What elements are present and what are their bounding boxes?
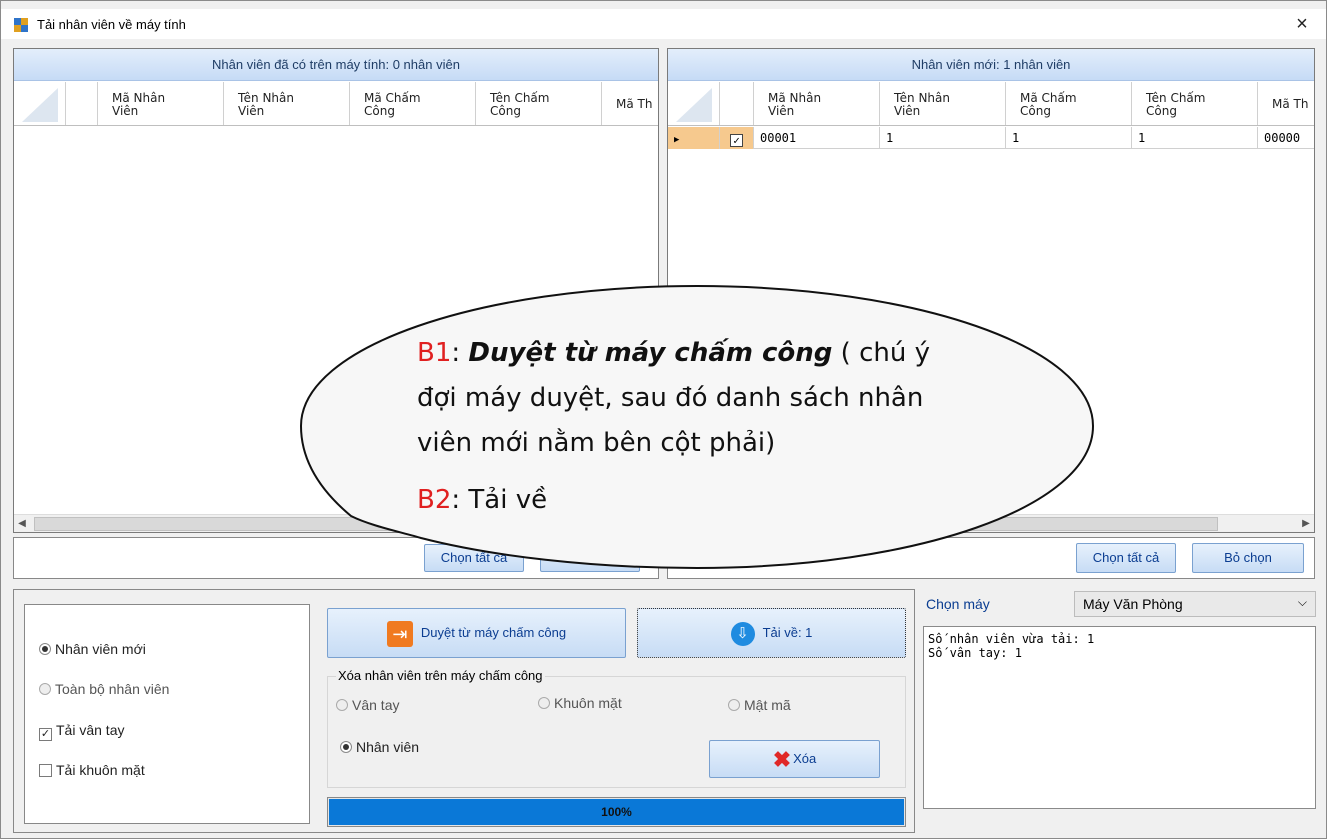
delete-group-box: Xóa nhân viên trên máy chấm công Vân tay…	[327, 668, 906, 788]
checkbox-download-fingerprint[interactable]: ✓ Tải vân tay	[39, 722, 124, 741]
column-timecard-id[interactable]: Mã Chấm Công	[350, 82, 476, 125]
scroll-right-icon[interactable]: ▶	[1298, 515, 1314, 533]
download-employees-window: Tải nhân viên về máy tính × Nhân viên đã…	[0, 0, 1327, 839]
column-employee-name[interactable]: Tên Nhân Viên	[880, 82, 1006, 125]
cell-timecard-id[interactable]: 1	[1006, 127, 1132, 149]
column-employee-name[interactable]: Tên Nhân Viên	[224, 82, 350, 125]
radio-new-employees-label: Nhân viên mới	[55, 641, 146, 657]
title-bar: Tải nhân viên về máy tính ×	[1, 9, 1326, 39]
machine-select[interactable]: Máy Văn Phòng ⌵	[1074, 591, 1316, 617]
log-box[interactable]: Số nhân viên vừa tải: 1 Số vân tay: 1	[923, 626, 1316, 809]
select-all-corner[interactable]	[14, 82, 66, 125]
step1-bold: Duyệt từ máy chấm công	[468, 338, 833, 368]
close-button[interactable]: ×	[1290, 13, 1314, 35]
current-row-icon: ▶	[674, 135, 680, 145]
import-icon: ⇥	[386, 620, 413, 647]
radio-delete-employee-label: Nhân viên	[356, 739, 420, 755]
radio-selected-icon	[39, 643, 51, 655]
chevron-down-icon: ⌵	[1297, 595, 1307, 609]
step1-label: B1	[417, 338, 452, 368]
download-button[interactable]: ⇩ Tải về: 1	[637, 608, 906, 658]
radio-selected-icon	[340, 741, 352, 753]
bottom-panel: Nhân viên mới Toàn bộ nhân viên ✓ Tải vân…	[13, 589, 915, 833]
radio-new-employees[interactable]: Nhân viên mới	[39, 641, 146, 657]
radio-delete-password-label: Mật mã	[744, 697, 791, 713]
checkbox-download-face[interactable]: Tải khuôn mặt	[39, 762, 145, 778]
column-employee-id[interactable]: Mã Nhân Viên	[754, 82, 880, 125]
checkbox-checked-icon: ✓	[39, 728, 52, 741]
cell-timecard-name[interactable]: 1	[1132, 127, 1258, 149]
step1-sep: :	[451, 338, 469, 368]
row-checkbox[interactable]: ✓	[720, 127, 754, 149]
radio-unselected-icon	[39, 683, 51, 695]
checkbox-face-label: Tải khuôn mặt	[56, 762, 145, 778]
radio-delete-face[interactable]: Khuôn mặt	[538, 695, 622, 711]
download-label: Tải về: 1	[762, 625, 813, 640]
log-line: Số nhân viên vừa tải: 1	[928, 632, 1095, 646]
radio-delete-fingerprint-label: Vân tay	[352, 697, 400, 713]
choose-machine-label: Chọn máy	[926, 596, 990, 612]
window-title: Tải nhân viên về máy tính	[37, 17, 186, 32]
radio-all-employees[interactable]: Toàn bộ nhân viên	[39, 681, 169, 697]
new-employees-title: Nhân viên mới: 1 nhân viên	[668, 49, 1314, 81]
checkbox-column	[720, 82, 754, 125]
radio-unselected-icon	[728, 699, 740, 711]
existing-employees-title: Nhân viên đã có trên máy tính: 0 nhân vi…	[14, 49, 658, 81]
cell-employee-id[interactable]: 00001	[754, 127, 880, 149]
browse-label: Duyệt từ máy chấm công	[420, 625, 567, 640]
delete-button[interactable]: ✖ Xóa	[709, 740, 880, 778]
app-icon	[14, 18, 28, 32]
delete-group-label: Xóa nhân viên trên máy chấm công	[336, 668, 545, 683]
column-more[interactable]: Mã Th	[602, 82, 658, 125]
progress-text: 100%	[601, 805, 632, 819]
row-header-column	[66, 82, 98, 125]
delete-x-icon: ✖	[772, 746, 792, 772]
grid-header: Mã Nhân Viên Tên Nhân Viên Mã Chấm Công …	[668, 82, 1314, 126]
download-options-box: Nhân viên mới Toàn bộ nhân viên ✓ Tải vân…	[24, 604, 310, 824]
progress-bar: 100%	[327, 797, 906, 827]
browse-from-device-button[interactable]: ⇥ Duyệt từ máy chấm công	[327, 608, 626, 658]
checkbox-checked-icon: ✓	[730, 134, 743, 147]
cell-employee-name[interactable]: 1	[880, 127, 1006, 149]
checkbox-unchecked-icon	[39, 764, 52, 777]
column-employee-id[interactable]: Mã Nhân Viên	[98, 82, 224, 125]
step2-text: : Tải về	[451, 485, 548, 515]
column-timecard-id[interactable]: Mã Chấm Công	[1006, 82, 1132, 125]
radio-unselected-icon	[538, 697, 550, 709]
machine-select-value: Máy Văn Phòng	[1083, 596, 1183, 612]
scroll-left-icon[interactable]: ◀	[14, 515, 30, 533]
checkbox-fingerprint-label: Tải vân tay	[56, 722, 125, 738]
delete-label: Xóa	[793, 751, 817, 766]
grid-header: Mã Nhân Viên Tên Nhân Viên Mã Chấm Công …	[14, 82, 658, 126]
radio-all-employees-label: Toàn bộ nhân viên	[55, 681, 170, 697]
column-timecard-name[interactable]: Tên Chấm Công	[476, 82, 602, 125]
column-timecard-name[interactable]: Tên Chấm Công	[1132, 82, 1258, 125]
radio-delete-fingerprint[interactable]: Vân tay	[336, 697, 399, 713]
select-all-corner[interactable]	[668, 82, 720, 125]
step2-label: B2	[417, 485, 452, 515]
radio-delete-employee[interactable]: Nhân viên	[340, 739, 419, 755]
current-row-indicator: ▶	[668, 127, 720, 149]
table-row[interactable]: ▶ ✓ 00001 1 1 1 00000	[668, 127, 1314, 149]
right-deselect-button[interactable]: Bỏ chọn	[1192, 543, 1304, 573]
radio-delete-password[interactable]: Mật mã	[728, 697, 791, 713]
callout-text: B1: Duyệt từ máy chấm công ( chú ý đợi m…	[417, 331, 977, 523]
radio-delete-face-label: Khuôn mặt	[554, 695, 622, 711]
radio-unselected-icon	[336, 699, 348, 711]
column-more[interactable]: Mã Th	[1258, 82, 1314, 125]
download-icon: ⇩	[730, 621, 755, 646]
log-line: Số vân tay: 1	[928, 646, 1022, 660]
cell-more[interactable]: 00000	[1258, 127, 1327, 149]
